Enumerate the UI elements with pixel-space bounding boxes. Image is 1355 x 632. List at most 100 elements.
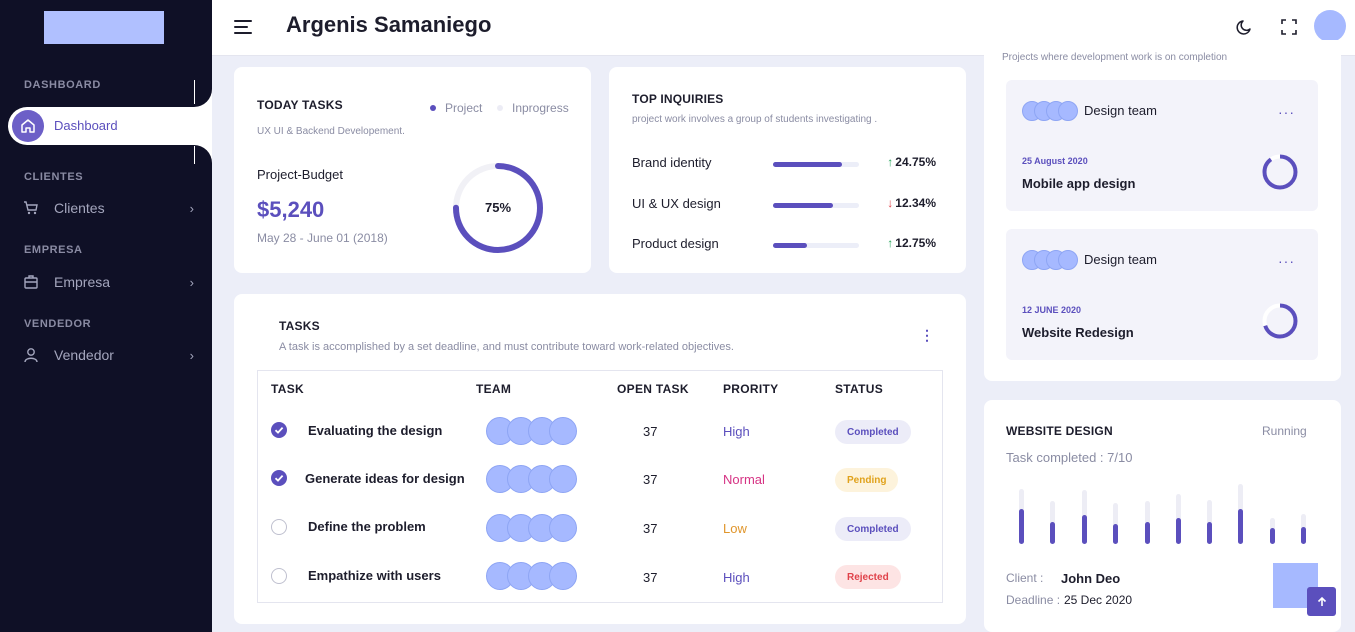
today-tasks-title: TODAY TASKS [257,98,343,112]
task-name: Generate ideas for design [305,471,465,486]
top-inquiries-subtitle: project work involves a group of student… [632,114,878,125]
priority-label: High [723,424,750,439]
task-completed-text: Task completed : 7/10 [1006,450,1133,465]
arrow-up-icon [1317,596,1326,606]
website-design-title: WEBSITE DESIGN [1006,424,1113,438]
page-title: Argenis Samaniego [286,12,492,37]
priority-label: Low [723,521,747,536]
chevron-right-icon: › [189,274,194,290]
status-badge: Rejected [835,565,901,589]
task-bar-done [1082,515,1087,544]
arrow-up-icon: ↑ [887,236,894,250]
sidebar-item-clientes[interactable]: Clientes › [22,197,194,219]
table-row: Empathize with users 37 High Rejected [258,556,942,596]
legend-project: Project [430,101,482,115]
task-bar-done [1113,523,1118,544]
sidebar-item-empresa[interactable]: Empresa › [22,271,194,293]
open-task-count: 37 [643,521,658,536]
inquiry-progress-fill [773,243,808,248]
inquiry-row: Product design ↑ 12.75% [632,236,942,254]
table-row: Evaluating the design 37 High Completed [258,411,942,451]
check-circle-icon[interactable] [271,422,287,438]
inquiry-percent: ↑ 12.75% [887,236,936,250]
status-badge: Completed [835,517,911,541]
status-text: Running [1262,424,1307,438]
task-bar [1176,484,1181,544]
briefcase-icon [22,273,40,291]
more-horizontal-icon[interactable]: ··· [1278,104,1295,120]
status-badge: Pending [835,468,899,492]
home-icon[interactable] [12,110,44,142]
task-bars [1006,480,1316,544]
project-date: 12 JUNE 2020 [1022,305,1082,315]
check-circle-icon[interactable] [271,470,287,486]
column-header-open-task: OPEN TASK [617,382,689,396]
section-label-clientes: CLIENTES [24,171,84,183]
sidebar-notch-top [194,80,212,107]
task-bar-done [1270,528,1275,544]
sidebar-item-vendedor[interactable]: Vendedor › [22,344,194,366]
more-horizontal-icon[interactable]: ··· [1278,253,1295,269]
team-avatars [486,417,578,445]
tasks-title: TASKS [279,319,320,333]
fullscreen-icon[interactable] [1280,18,1298,41]
task-name: Empathize with users [308,568,441,583]
projects-subtitle: Projects where development work is on co… [1002,52,1228,63]
logo[interactable] [44,11,164,44]
scroll-to-top-button[interactable] [1307,587,1336,616]
more-vertical-icon[interactable]: ⋮ [920,327,934,343]
moon-icon[interactable] [1236,18,1254,41]
user-avatar[interactable] [1314,10,1346,42]
project-item[interactable]: Design team ··· 12 JUNE 2020 Website Red… [1006,229,1318,360]
task-bar-done [1207,522,1212,544]
team-label: Design team [1084,103,1157,118]
circle-icon[interactable] [271,519,287,535]
team-avatars [1022,250,1084,270]
task-name: Evaluating the design [308,423,443,438]
project-date: 25 August 2020 [1022,156,1088,166]
team-label: Design team [1084,252,1157,267]
inquiry-percent: ↓ 12.34% [887,196,936,210]
deadline-value: 25 Dec 2020 [1064,593,1133,607]
top-inquiries-title: TOP INQUIRIES [632,92,724,106]
cart-icon [22,199,40,217]
client-label: Client : [1006,571,1044,585]
task-bar-done [1238,509,1243,544]
open-task-count: 37 [643,472,658,487]
inquiry-label: Brand identity [632,155,712,170]
task-bar [1113,484,1118,544]
task-bar [1019,484,1024,544]
task-name: Define the problem [308,519,426,534]
column-header-task: TASK [271,382,304,396]
section-label-empresa: EMPRESA [24,244,83,256]
menu-icon[interactable] [234,20,252,34]
inquiry-progress-track [773,203,859,208]
team-avatars [486,465,578,493]
circle-icon[interactable] [271,568,287,584]
tasks-subtitle: A task is accomplished by a set deadline… [279,341,734,353]
task-bar-done [1145,522,1150,544]
arrow-down-icon: ↓ [887,196,894,210]
status-badge: Completed [835,420,911,444]
project-item[interactable]: Design team ··· 25 August 2020 Mobile ap… [1006,80,1318,211]
inquiry-progress-fill [773,203,834,208]
sidebar-item-dashboard[interactable]: Dashboard [54,118,118,133]
inquiry-progress-track [773,162,859,167]
legend-inprogress: Inprogress [497,101,569,115]
team-avatars [486,562,578,590]
project-name: Mobile app design [1022,176,1136,191]
today-tasks-subtitle: UX UI & Backend Developement. [257,126,405,137]
column-header-team: TEAM [476,382,512,396]
task-bar [1301,484,1306,544]
task-bar [1238,484,1243,544]
inquiry-percent: ↑ 24.75% [887,155,936,169]
team-avatars [486,514,578,542]
project-progress-ring [1262,154,1298,190]
section-label-dashboard: DASHBOARD [24,79,101,91]
task-bar [1050,484,1055,544]
inquiry-label: Product design [632,236,719,251]
inquiry-progress-track [773,243,859,248]
task-bar [1145,484,1150,544]
arrow-up-icon: ↑ [887,155,894,169]
table-row: Generate ideas for design 37 Normal Pend… [258,459,942,499]
